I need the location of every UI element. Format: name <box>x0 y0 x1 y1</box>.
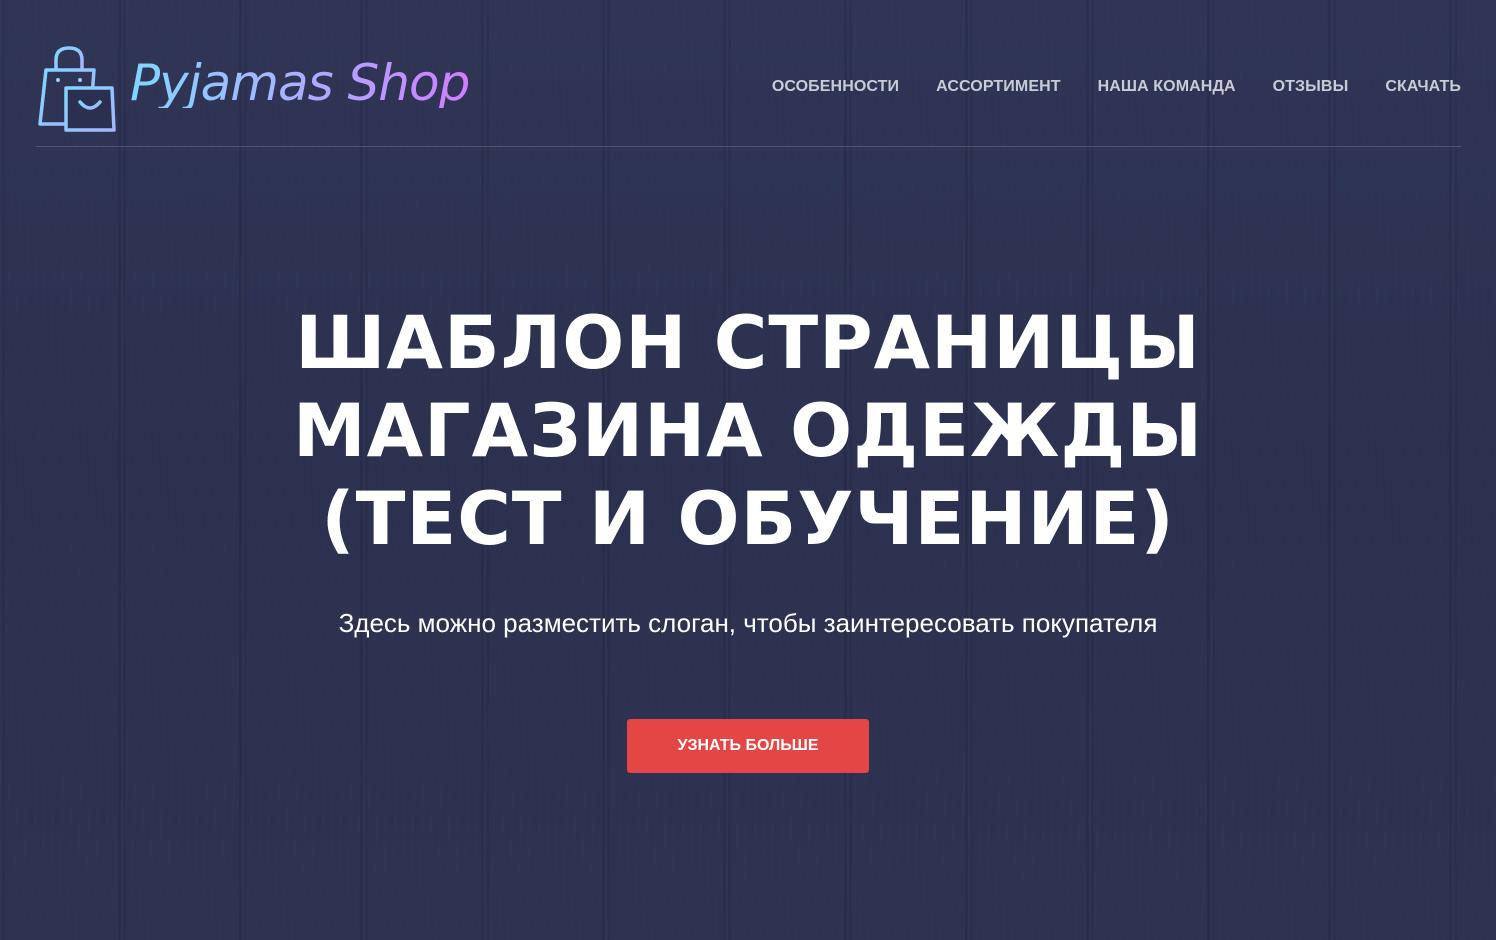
hero-tagline: Здесь можно разместить слоган, чтобы заи… <box>338 608 1158 638</box>
main-nav: ОСОБЕННОСТИ АССОРТИМЕНТ НАША КОМАНДА ОТЗ… <box>772 78 1461 96</box>
brand-name: Pyjamas Shop <box>130 54 470 112</box>
learn-more-button[interactable]: УЗНАТЬ БОЛЬШЕ <box>627 719 869 773</box>
nav-item-assortment[interactable]: АССОРТИМЕНТ <box>936 78 1060 96</box>
nav-item-reviews[interactable]: ОТЗЫВЫ <box>1273 78 1349 96</box>
nav-item-features[interactable]: ОСОБЕННОСТИ <box>772 78 899 96</box>
logo[interactable]: Pyjamas Shop <box>36 44 470 132</box>
hero-title-line: МАГАЗИНА ОДЕЖДЫ <box>292 389 1204 474</box>
hero-title-line: (ТЕСТ И ОБУЧЕНИЕ) <box>321 477 1175 562</box>
nav-item-team[interactable]: НАША КОМАНДА <box>1098 78 1236 96</box>
hero-section: ШАБЛОН СТРАНИЦЫ МАГАЗИНА ОДЕЖДЫ (ТЕСТ И … <box>0 300 1496 773</box>
shopping-bag-icon <box>38 46 116 132</box>
nav-item-download[interactable]: СКАЧАТЬ <box>1385 78 1461 96</box>
hero-title: ШАБЛОН СТРАНИЦЫ МАГАЗИНА ОДЕЖДЫ (ТЕСТ И … <box>0 300 1496 564</box>
site-header: Pyjamas Shop ОСОБЕННОСТИ АССОРТИМЕНТ НАШ… <box>36 0 1461 147</box>
hero-title-line: ШАБЛОН СТРАНИЦЫ <box>295 301 1201 386</box>
